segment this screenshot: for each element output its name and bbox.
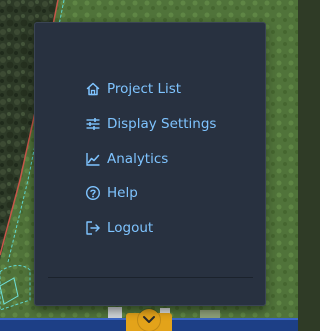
help-circle-icon [85,185,101,201]
sliders-icon [85,116,101,132]
panel-toggle-button[interactable] [138,309,160,331]
menu-item-label: Analytics [107,151,169,167]
menu-item-logout[interactable]: Logout [85,218,153,238]
menu-item-analytics[interactable]: Analytics [85,149,168,169]
chart-line-icon [85,151,101,167]
menu-item-project-list[interactable]: Project List [85,79,181,99]
menu-item-help[interactable]: Help [85,183,138,203]
menu-item-label: Logout [107,220,154,236]
menu-item-display-settings[interactable]: Display Settings [85,114,216,134]
menu-item-label: Help [107,185,138,201]
menu-item-label: Display Settings [107,116,217,132]
main-menu: Project List Display Settings Analytics … [34,22,266,306]
home-icon [85,81,101,97]
chevron-down-icon [143,316,155,323]
menu-divider [48,277,253,278]
menu-item-label: Project List [107,81,182,97]
logout-icon [85,220,101,236]
